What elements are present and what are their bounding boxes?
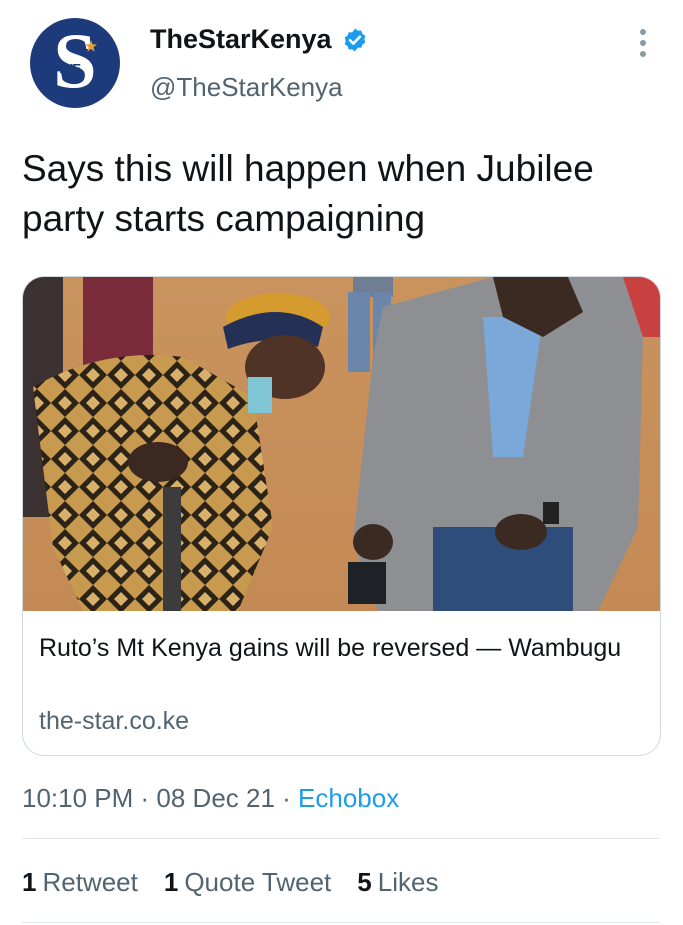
quote-tweets-label: Quote Tweet <box>184 867 332 897</box>
verified-badge-icon <box>344 28 365 51</box>
likes-stat[interactable]: 5 Likes <box>357 867 438 898</box>
quote-tweets-count: 1 <box>163 867 179 897</box>
link-card[interactable]: Ruto’s Mt Kenya gains will be reversed —… <box>22 276 661 756</box>
likes-count: 5 <box>357 867 372 897</box>
meta-separator: · <box>274 783 299 813</box>
tweet-date[interactable]: 08 Dec 21 <box>156 783 275 813</box>
more-options-icon[interactable] <box>631 26 655 60</box>
card-title[interactable]: Ruto’s Mt Kenya gains will be reversed —… <box>39 629 639 667</box>
retweets-label: Retweet <box>42 867 138 897</box>
likes-label: Likes <box>377 867 439 897</box>
avatar[interactable]: S THE <box>30 18 120 108</box>
star-icon <box>85 40 97 52</box>
engagement-stats: 1 Retweet 1 Quote Tweet 5 Likes <box>22 867 438 898</box>
logo-text: THE <box>57 61 81 76</box>
display-name[interactable]: TheStarKenya <box>150 24 332 55</box>
display-name-row[interactable]: TheStarKenya <box>150 24 368 55</box>
retweets-count: 1 <box>22 867 37 897</box>
tweet-meta: 10:10 PM · 08 Dec 21 · Echobox <box>22 783 399 814</box>
quote-tweets-stat[interactable]: 1 Quote Tweet <box>164 867 331 898</box>
divider <box>22 838 660 839</box>
card-domain[interactable]: the-star.co.ke <box>39 707 189 736</box>
tweet-text: Says this will happen when Jubilee party… <box>22 148 594 239</box>
meta-separator: · <box>133 783 157 813</box>
divider <box>22 922 660 923</box>
card-image[interactable] <box>23 277 660 611</box>
retweets-stat[interactable]: 1 Retweet <box>22 867 138 898</box>
handle[interactable]: @TheStarKenya <box>150 72 343 103</box>
tweet-time[interactable]: 10:10 PM <box>22 783 133 813</box>
tweet-source[interactable]: Echobox <box>298 783 399 813</box>
